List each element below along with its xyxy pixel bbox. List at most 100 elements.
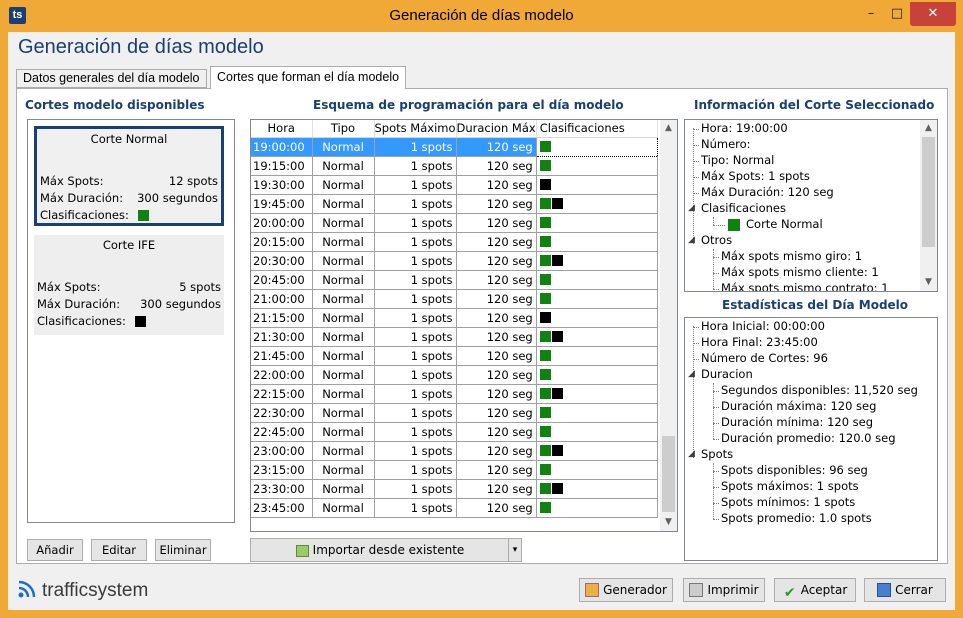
green-classification-icon <box>539 501 551 513</box>
tree-node-max-duracion[interactable]: Máx Duración: 120 seg <box>701 185 834 199</box>
collapse-icon[interactable]: ◢ <box>688 235 695 245</box>
imprimir-button[interactable]: Imprimir <box>683 578 765 602</box>
tree-node-clas-item[interactable]: Corte Normal <box>746 217 823 231</box>
cell-spots: 1 spots <box>374 460 457 480</box>
cortes-disponibles-list[interactable]: Corte Normal Máx Spots: 12 spots Máx Dura… <box>27 119 235 523</box>
table-row[interactable]: 20:45:00 Normal 1 spots 120 seg <box>251 270 658 290</box>
tree-node-spots-item[interactable]: Spots promedio: 1.0 spots <box>721 511 872 525</box>
aceptar-button[interactable]: ✔ Aceptar <box>774 578 856 602</box>
tree-node-hora[interactable]: Hora: 19:00:00 <box>701 121 788 135</box>
generator-icon <box>585 583 600 597</box>
import-dropdown-button[interactable]: ▾ <box>508 538 522 562</box>
tree-node-duracion-item[interactable]: Duración promedio: 120.0 seg <box>721 431 896 445</box>
collapse-icon[interactable]: ◢ <box>688 369 695 379</box>
scroll-up-icon[interactable]: ▲ <box>920 120 937 137</box>
table-row[interactable]: 23:00:00 Normal 1 spots 120 seg <box>251 441 658 461</box>
table-row[interactable]: 23:45:00 Normal 1 spots 120 seg <box>251 498 658 518</box>
table-row[interactable]: 23:15:00 Normal 1 spots 120 seg <box>251 460 658 480</box>
info-scrollbar[interactable]: ▲ ▼ <box>920 120 937 291</box>
cell-tipo: Normal <box>312 308 375 328</box>
tree-node-spots-item[interactable]: Spots mínimos: 1 spots <box>721 495 855 509</box>
tree-node-spots-item[interactable]: Spots máximos: 1 spots <box>721 479 859 493</box>
stats-tree[interactable]: Hora Inicial: 00:00:00 Hora Final: 23:45… <box>684 317 938 561</box>
table-body: 19:00:00 Normal 1 spots 120 seg 19:15:00 Norm… <box>251 136 658 518</box>
cell-duracion: 120 seg <box>456 498 537 518</box>
tree-node-hora-inicial[interactable]: Hora Inicial: 00:00:00 <box>701 319 825 333</box>
table-row[interactable]: 19:45:00 Normal 1 spots 120 seg <box>251 194 658 214</box>
tab-cortes[interactable]: Cortes que forman el día modelo <box>210 66 407 89</box>
edit-corte-button[interactable]: Editar <box>91 539 147 561</box>
table-row[interactable]: 23:30:00 Normal 1 spots 120 seg <box>251 479 658 499</box>
table-row[interactable]: 20:30:00 Normal 1 spots 120 seg <box>251 251 658 271</box>
column-header-tipo[interactable]: Tipo <box>312 120 375 138</box>
green-classification-icon <box>539 235 551 247</box>
cell-hora: 23:45:00 <box>251 498 313 518</box>
add-corte-button[interactable]: Añadir <box>27 539 83 561</box>
tree-node-otros[interactable]: Otros <box>701 233 732 247</box>
table-row[interactable]: 20:00:00 Normal 1 spots 120 seg <box>251 213 658 233</box>
tree-node-otros-item[interactable]: Máx spots mismo giro: 1 <box>721 249 862 263</box>
minimize-button[interactable]: – <box>858 2 884 26</box>
tree-node-max-spots[interactable]: Máx Spots: 1 spots <box>701 169 810 183</box>
green-classification-icon <box>539 330 551 342</box>
tree-node-spots[interactable]: Spots <box>701 447 733 461</box>
scroll-thumb[interactable] <box>922 137 935 247</box>
table-row[interactable]: 22:30:00 Normal 1 spots 120 seg <box>251 403 658 423</box>
printer-icon <box>689 583 704 597</box>
tree-node-otros-item[interactable]: Máx spots mismo cliente: 1 <box>721 265 879 279</box>
corte-card-normal[interactable]: Corte Normal Máx Spots: 12 spots Máx Dura… <box>34 126 224 226</box>
tree-node-otros-item[interactable]: Máx spots mismo contrato: 1 <box>721 281 889 291</box>
scroll-up-icon[interactable]: ▲ <box>660 120 677 137</box>
tree-node-clasificaciones[interactable]: Clasificaciones <box>701 201 786 215</box>
grid-scrollbar[interactable]: ▲ ▼ <box>660 120 677 531</box>
column-header-spots[interactable]: Spots Máximo <box>374 120 457 138</box>
tree-node-numero[interactable]: Número: <box>701 137 751 151</box>
cell-tipo: Normal <box>312 479 375 499</box>
esquema-grid[interactable]: Hora Tipo Spots Máximo Duracion Máx Clas… <box>250 119 678 532</box>
tab-datos-generales[interactable]: Datos generales del día modelo <box>16 69 207 88</box>
generador-button[interactable]: Generador <box>579 578 673 602</box>
corte-card-ife[interactable]: Corte IFE Máx Spots: 5 spots Máx Duración… <box>34 235 224 335</box>
table-row[interactable]: 19:00:00 Normal 1 spots 120 seg <box>251 136 658 157</box>
tree-node-spots-item[interactable]: Spots disponibles: 96 seg <box>721 463 868 477</box>
tree-node-duracion[interactable]: Duracion <box>701 367 753 381</box>
table-row[interactable]: 21:30:00 Normal 1 spots 120 seg <box>251 327 658 347</box>
collapse-icon[interactable]: ◢ <box>688 203 695 213</box>
maximize-button[interactable]: □ <box>884 2 910 26</box>
table-row[interactable]: 22:45:00 Normal 1 spots 120 seg <box>251 422 658 442</box>
table-row[interactable]: 21:45:00 Normal 1 spots 120 seg <box>251 346 658 366</box>
title-bar[interactable]: ts Generación de días modelo – □ ✕ <box>0 0 963 32</box>
dialog-client-area: Generación de días modelo Datos generale… <box>8 32 955 610</box>
green-classification-icon <box>539 406 551 418</box>
table-row[interactable]: 19:15:00 Normal 1 spots 120 seg <box>251 156 658 176</box>
scroll-down-icon[interactable]: ▼ <box>920 274 937 291</box>
scroll-down-icon[interactable]: ▼ <box>660 514 677 531</box>
tree-node-hora-final[interactable]: Hora Final: 23:45:00 <box>701 335 818 349</box>
table-row[interactable]: 21:15:00 Normal 1 spots 120 seg <box>251 308 658 328</box>
info-tree[interactable]: Hora: 19:00:00 Número: Tipo: Normal Máx … <box>684 119 938 292</box>
table-row[interactable]: 19:30:00 Normal 1 spots 120 seg <box>251 175 658 195</box>
collapse-icon[interactable]: ◢ <box>688 449 695 459</box>
cerrar-button[interactable]: Cerrar <box>864 578 946 602</box>
table-row[interactable]: 22:00:00 Normal 1 spots 120 seg <box>251 365 658 385</box>
tree-node-num-cortes[interactable]: Número de Cortes: 96 <box>701 351 828 365</box>
cell-clasificaciones <box>536 365 658 385</box>
column-header-hora[interactable]: Hora <box>251 120 313 138</box>
column-header-duracion[interactable]: Duracion Máx <box>456 120 537 138</box>
table-row[interactable]: 21:00:00 Normal 1 spots 120 seg <box>251 289 658 309</box>
tree-node-tipo[interactable]: Tipo: Normal <box>701 153 774 167</box>
cell-hora: 19:15:00 <box>251 156 313 176</box>
column-header-clasificaciones[interactable]: Clasificaciones <box>536 120 658 138</box>
table-row[interactable]: 22:15:00 Normal 1 spots 120 seg <box>251 384 658 404</box>
tree-node-duracion-item[interactable]: Duración mínima: 120 seg <box>721 415 873 429</box>
import-button[interactable]: Importar desde existente <box>250 538 510 562</box>
tree-node-duracion-item[interactable]: Segundos disponibles: 11,520 seg <box>721 383 918 397</box>
broadcast-icon <box>18 580 36 598</box>
close-window-button[interactable]: ✕ <box>910 2 956 26</box>
tree-node-duracion-item[interactable]: Duración máxima: 120 seg <box>721 399 876 413</box>
cell-clasificaciones <box>536 308 658 328</box>
table-row[interactable]: 20:15:00 Normal 1 spots 120 seg <box>251 232 658 252</box>
scroll-thumb[interactable] <box>662 436 675 512</box>
delete-corte-button[interactable]: Eliminar <box>155 539 211 561</box>
green-classification-icon <box>539 159 551 171</box>
